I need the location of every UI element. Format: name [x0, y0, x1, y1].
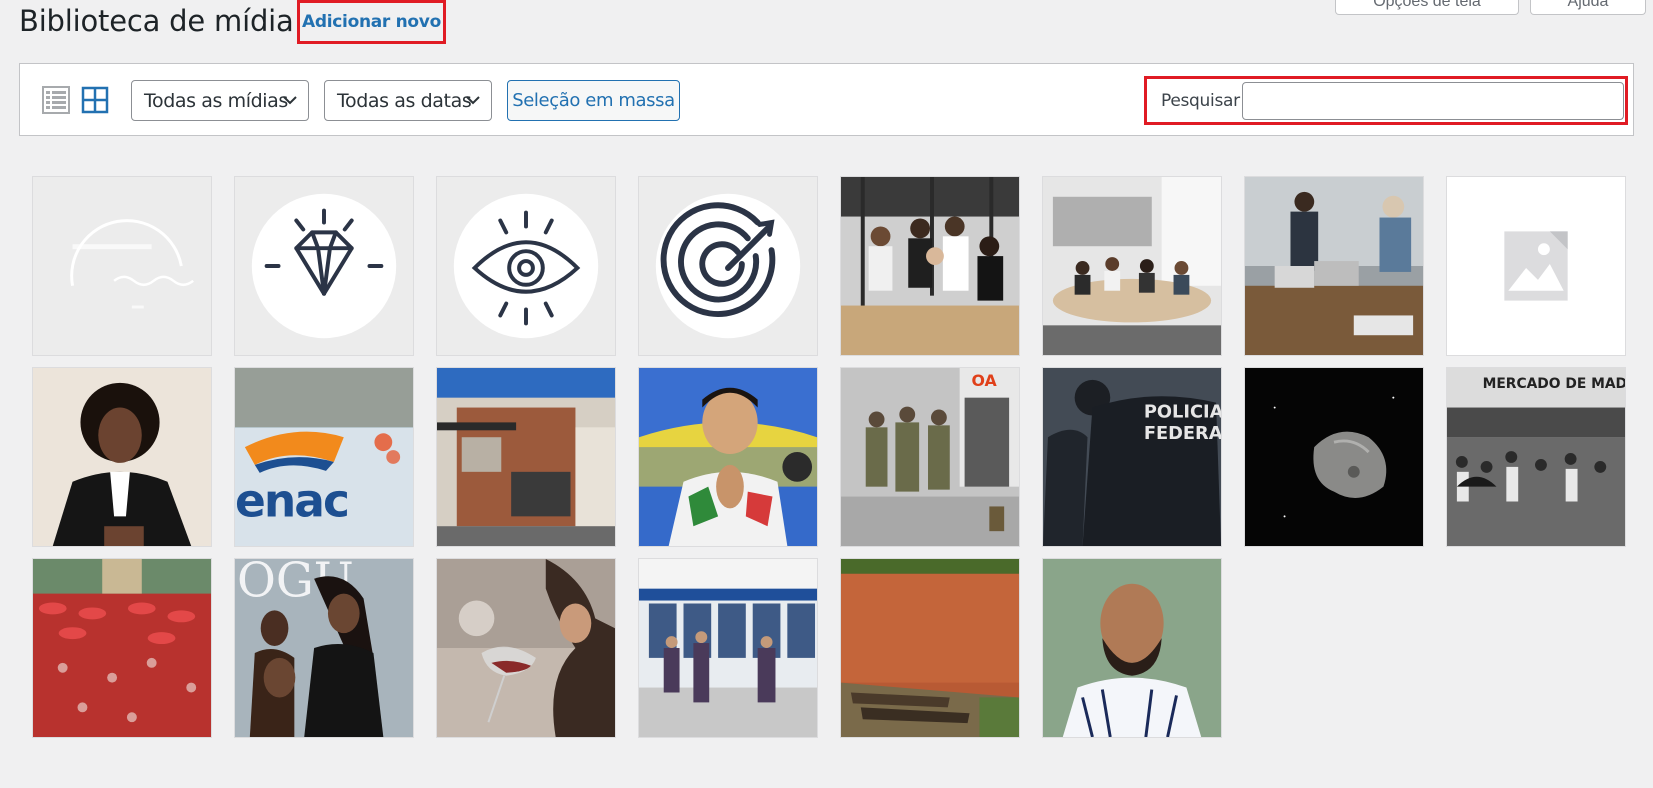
media-item-diamond-icon[interactable]	[234, 176, 414, 356]
date-filter-value: Todas as datas	[337, 89, 472, 112]
media-item-wine-glass[interactable]	[436, 558, 616, 738]
mercado-text: MERCADO DE MADURE	[1483, 376, 1625, 392]
media-item-portrait-woman[interactable]	[32, 367, 212, 547]
add-new-button[interactable]: Adicionar novo	[297, 0, 446, 44]
media-item-brick-house[interactable]	[436, 367, 616, 547]
logo-thumbnail	[33, 177, 211, 355]
red-river-photo	[841, 559, 1019, 737]
diamond-icon	[235, 177, 413, 355]
media-item-office-presentation[interactable]	[1244, 176, 1424, 356]
media-item-red-river[interactable]	[840, 558, 1020, 738]
bank-sign-text: OA	[972, 371, 998, 390]
media-item-asteroid[interactable]	[1244, 367, 1424, 547]
mercado-madureira-photo: MERCADO DE MADURE	[1447, 368, 1625, 546]
meeting-room-photo	[1043, 177, 1221, 355]
asteroid-photo	[1245, 368, 1423, 546]
add-new-label: Adicionar novo	[302, 12, 441, 32]
brick-house-photo	[437, 368, 615, 546]
media-item-logo[interactable]	[32, 176, 212, 356]
eye-icon	[437, 177, 615, 355]
media-type-filter[interactable]: Todas as mídias	[131, 80, 309, 121]
federal-text: FEDERAL	[1144, 423, 1221, 444]
enac-logo-text: enac	[235, 474, 348, 527]
grid-view-icon[interactable]	[81, 86, 109, 114]
carnival-crowd-photo	[33, 559, 211, 737]
media-item-eye-icon[interactable]	[436, 176, 616, 356]
media-item-enac-card[interactable]: enac	[234, 367, 414, 547]
search-box: Pesquisar	[1144, 76, 1628, 125]
list-view-icon[interactable]	[42, 86, 70, 114]
vogue-cover-photo: OGU	[235, 559, 413, 737]
chevron-down-icon	[283, 96, 297, 105]
media-item-atm-bank[interactable]	[638, 558, 818, 738]
policia-text: POLICIA	[1144, 401, 1221, 422]
media-item-vogue-cover[interactable]: OGU	[234, 558, 414, 738]
media-item-boy-praying[interactable]	[638, 367, 818, 547]
bulk-select-button[interactable]: Seleção em massa	[507, 80, 680, 121]
screen-options-tab[interactable]: Opções de tela	[1335, 0, 1519, 15]
media-item-carnival-crowd[interactable]	[32, 558, 212, 738]
media-item-team-highfive[interactable]	[840, 176, 1020, 356]
atm-bank-photo	[639, 559, 817, 737]
search-input[interactable]	[1242, 82, 1624, 120]
enac-card-photo: enac	[235, 368, 413, 546]
football-player-photo	[1043, 559, 1221, 737]
media-item-policia-federal[interactable]: POLICIA FEDERAL	[1042, 367, 1222, 547]
media-toolbar: Todas as mídias Todas as datas Seleção e…	[19, 63, 1634, 136]
wine-glass-photo	[437, 559, 615, 737]
policia-federal-photo: POLICIA FEDERAL	[1043, 368, 1221, 546]
help-label: Ajuda	[1567, 0, 1609, 10]
page-title: Biblioteca de mídia	[19, 4, 294, 38]
help-tab[interactable]: Ajuda	[1530, 0, 1646, 15]
target-icon	[639, 177, 817, 355]
media-type-filter-value: Todas as mídias	[144, 89, 288, 112]
media-item-football-player[interactable]	[1042, 558, 1222, 738]
media-item-target-icon[interactable]	[638, 176, 818, 356]
media-item-placeholder[interactable]	[1446, 176, 1626, 356]
media-item-meeting-room[interactable]	[1042, 176, 1222, 356]
boy-praying-photo	[639, 368, 817, 546]
team-highfive-photo	[841, 177, 1019, 355]
media-library-page: Opções de tela Ajuda Biblioteca de mídia…	[0, 0, 1653, 788]
soldiers-photo: OA	[841, 368, 1019, 546]
portrait-woman-photo	[33, 368, 211, 546]
office-presentation-photo	[1245, 177, 1423, 355]
image-placeholder-icon	[1447, 177, 1625, 355]
media-item-mercado-madureira[interactable]: MERCADO DE MADURE	[1446, 367, 1626, 547]
date-filter[interactable]: Todas as datas	[324, 80, 492, 121]
chevron-down-icon	[466, 96, 480, 105]
media-item-soldiers[interactable]: OA	[840, 367, 1020, 547]
screen-options-label: Opções de tela	[1373, 0, 1481, 10]
search-label: Pesquisar	[1161, 91, 1240, 111]
bulk-select-label: Seleção em massa	[512, 90, 675, 111]
